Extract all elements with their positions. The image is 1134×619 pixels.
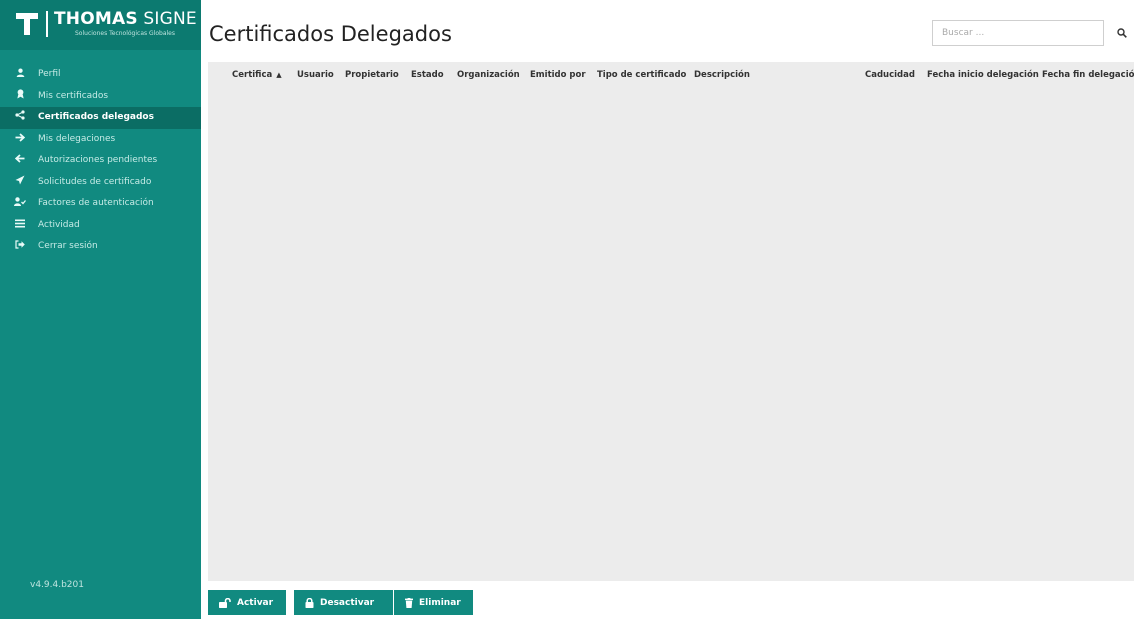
- column-header-propietario[interactable]: Propietario: [345, 70, 399, 80]
- list-icon: [14, 215, 26, 236]
- sidebar-item-label: Certificados delegados: [38, 112, 154, 122]
- arrow-left-icon: [14, 150, 26, 171]
- column-header-certifica[interactable]: Certifica ▲: [232, 70, 282, 80]
- share-icon: [14, 107, 26, 128]
- certificate-icon: [14, 86, 26, 107]
- column-header-organizacion[interactable]: Organización: [457, 70, 520, 80]
- sidebar-item-label: Cerrar sesión: [38, 241, 98, 251]
- sidebar-nav: Perfil Mis certificados Certificados del…: [0, 64, 201, 258]
- version-label: v4.9.4.b201: [30, 580, 84, 590]
- user-check-icon: [14, 193, 26, 214]
- sidebar-item-label: Solicitudes de certificado: [38, 176, 152, 187]
- sort-ascending-icon: ▲: [276, 71, 282, 79]
- brand-name: THOMAS SIGNE: [54, 9, 197, 29]
- column-header-tipo-de-certificado[interactable]: Tipo de certificado: [597, 70, 686, 80]
- column-header-fecha-fin-delegacion[interactable]: Fecha fin delegación: [1042, 70, 1134, 80]
- sidebar-item-label: Actividad: [38, 219, 80, 230]
- sidebar-item-actividad[interactable]: Actividad: [0, 215, 201, 237]
- send-icon: [14, 172, 26, 193]
- column-header-fecha-inicio-delegacion[interactable]: Fecha inicio delegación: [927, 70, 1039, 80]
- sidebar: THOMAS SIGNE Soluciones Tecnológicas Glo…: [0, 0, 201, 619]
- column-header-estado[interactable]: Estado: [411, 70, 444, 80]
- thomas-signe-logo-icon: [16, 13, 38, 35]
- sidebar-item-label: Autorizaciones pendientes: [38, 155, 158, 165]
- column-header-caducidad[interactable]: Caducidad: [865, 70, 915, 80]
- user-icon: [14, 64, 26, 85]
- sidebar-item-certificados-delegados[interactable]: Certificados delegados: [0, 107, 201, 129]
- sidebar-item-factores-de-autenticacion[interactable]: Factores de autenticación: [0, 193, 201, 215]
- delete-button[interactable]: Eliminar: [394, 590, 473, 615]
- sidebar-item-mis-delegaciones[interactable]: Mis delegaciones: [0, 129, 201, 151]
- sidebar-item-label: Mis delegaciones: [38, 133, 116, 144]
- sign-out-icon: [14, 236, 26, 257]
- sidebar-item-label: Perfil: [38, 69, 61, 79]
- trash-icon: [405, 597, 413, 608]
- activate-button[interactable]: Activar: [208, 590, 286, 615]
- arrow-right-icon: [14, 129, 26, 150]
- column-header-emitido-por[interactable]: Emitido por: [530, 70, 586, 80]
- sidebar-item-autorizaciones-pendientes[interactable]: Autorizaciones pendientes: [0, 150, 201, 172]
- deactivate-button-label: Desactivar: [320, 597, 375, 608]
- sidebar-item-cerrar-sesion[interactable]: Cerrar sesión: [0, 236, 201, 258]
- activate-button-label: Activar: [237, 597, 274, 608]
- page-title: Certificados Delegados: [209, 22, 452, 46]
- search-button[interactable]: [1110, 20, 1134, 46]
- sidebar-item-solicitudes-de-certificado[interactable]: Solicitudes de certificado: [0, 172, 201, 194]
- search-input[interactable]: [932, 20, 1104, 46]
- brand-tagline: Soluciones Tecnológicas Globales: [75, 30, 176, 37]
- column-header-usuario[interactable]: Usuario: [297, 70, 334, 80]
- sidebar-item-label: Factores de autenticación: [38, 198, 154, 208]
- sidebar-item-perfil[interactable]: Perfil: [0, 64, 201, 86]
- lock-icon: [305, 597, 314, 608]
- table-header: Certifica ▲ Usuario Propietario Estado Or…: [208, 62, 1134, 88]
- sidebar-item-label: Mis certificados: [38, 90, 109, 101]
- unlock-icon: [219, 597, 231, 608]
- column-header-descripcion[interactable]: Descripción: [694, 70, 750, 80]
- deactivate-button[interactable]: Desactivar: [294, 590, 393, 615]
- brand-header: THOMAS SIGNE Soluciones Tecnológicas Glo…: [0, 0, 201, 50]
- brand-divider: [46, 11, 48, 37]
- search-icon: [1117, 28, 1127, 38]
- sidebar-item-mis-certificados[interactable]: Mis certificados: [0, 86, 201, 108]
- delete-button-label: Eliminar: [419, 597, 461, 608]
- delegated-certificates-table: Certifica ▲ Usuario Propietario Estado Or…: [208, 62, 1134, 581]
